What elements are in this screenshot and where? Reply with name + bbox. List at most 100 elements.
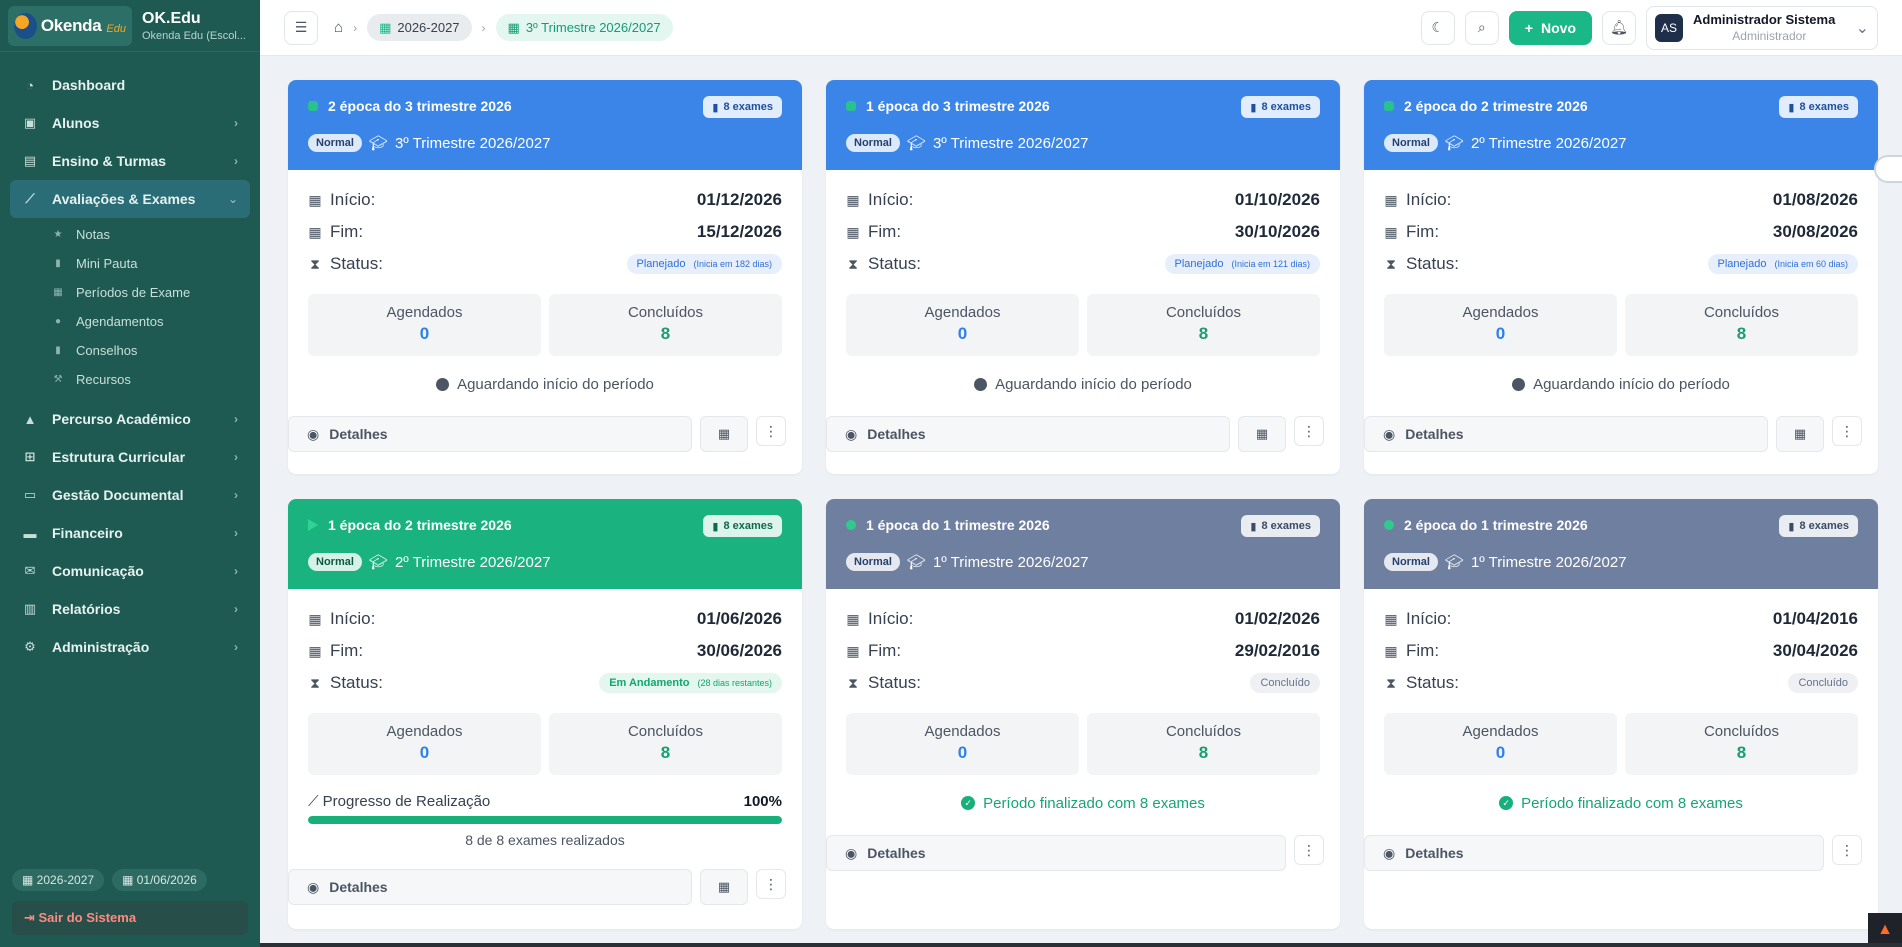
details-button[interactable]: ◉ Detalhes	[826, 416, 1230, 452]
details-button[interactable]: ◉ Detalhes	[288, 869, 692, 905]
more-options-button[interactable]: ⋮	[1294, 835, 1324, 865]
completed-label: Concluídos	[1703, 723, 1780, 740]
submenu-item-conselhos[interactable]: ▮ Conselhos	[0, 336, 260, 365]
hamburger-icon: ☰	[294, 19, 308, 35]
details-button[interactable]: ◉ Detalhes	[288, 416, 692, 452]
status-badge: Concluído	[1788, 673, 1858, 693]
more-options-button[interactable]: ⋮	[756, 416, 786, 446]
schedule-button[interactable]: ▦	[1238, 416, 1286, 452]
user-menu[interactable]: AS Administrador Sistema Administrador ⌄	[1646, 5, 1878, 50]
home-icon[interactable]: ⌂	[334, 19, 343, 36]
bottom-scrollbar[interactable]	[260, 943, 1902, 947]
schedule-button[interactable]: ▦	[700, 869, 748, 905]
status-value: Em Andamento	[609, 677, 690, 689]
sidebar-item-percurso[interactable]: ▲ Percurso Académico ›	[0, 400, 260, 438]
more-options-button[interactable]: ⋮	[1294, 416, 1324, 446]
completed-stat: Concluídos 8	[549, 713, 782, 775]
graduation-cap-icon: 🎓︎	[368, 135, 388, 152]
calendar-check-icon: ▦	[1384, 223, 1398, 240]
hourglass-icon: ⧗	[1386, 255, 1396, 272]
start-date: 01/02/2026	[1234, 609, 1320, 628]
sidebar-item-alunos[interactable]: ▣ Alunos ›	[0, 104, 260, 142]
submenu-item-label: Agendamentos	[76, 314, 164, 329]
flame-icon[interactable]: ▲	[1868, 913, 1902, 947]
submenu-item-recursos[interactable]: ⚒ Recursos	[0, 365, 260, 394]
submenu-item-mini-pauta[interactable]: ▮ Mini Pauta	[0, 249, 260, 278]
calendar-icon: ▦	[308, 610, 322, 627]
submenu-item-periodos[interactable]: ▦ Períodos de Exame	[0, 278, 260, 307]
breadcrumb-year[interactable]: ▦ 2026-2027	[367, 14, 472, 41]
status-label: Status:	[330, 673, 383, 692]
card-title: 1 época do 3 trimestre 2026	[866, 98, 1050, 114]
notifications-button[interactable]: 🔔︎	[1602, 10, 1636, 45]
type-badge: Normal	[1384, 134, 1438, 152]
chevron-right-icon: ›	[234, 154, 238, 168]
hourglass-icon: ⧗	[310, 674, 320, 691]
sidebar-item-relatorios[interactable]: ▥ Relatórios ›	[0, 590, 260, 628]
status-value: Planejado	[636, 258, 686, 270]
card-note: Aguardando início do período	[846, 374, 1320, 394]
schedule-button[interactable]: ▦	[1776, 416, 1824, 452]
more-options-button[interactable]: ⋮	[756, 869, 786, 899]
exam-period-card: 1 época do 1 trimestre 2026 ▮ 8 exames No…	[826, 499, 1340, 929]
graduation-cap-icon: 🎓︎	[906, 135, 926, 152]
breadcrumb-term[interactable]: ▦ 3º Trimestre 2026/2027	[495, 14, 673, 41]
exams-count-badge: ▮ 8 exames	[1241, 515, 1320, 537]
completed-value: 8	[1198, 743, 1209, 762]
start-label: Início:	[1406, 609, 1452, 628]
progress-percent: 100%	[743, 793, 782, 810]
chart-icon: ⟋	[25, 191, 35, 206]
breadcrumb-separator-icon: ›	[353, 20, 358, 35]
theme-toggle-button[interactable]: ☾	[1420, 10, 1455, 45]
chevron-right-icon: ›	[234, 116, 238, 130]
search-button[interactable]: ⌕	[1464, 10, 1499, 45]
start-date: 01/06/2026	[696, 609, 782, 628]
more-options-button[interactable]: ⋮	[1832, 835, 1862, 865]
sidebar-item-administracao[interactable]: ⚙ Administração ›	[0, 628, 260, 666]
chevron-right-icon: ›	[234, 564, 238, 578]
submenu-item-agendamentos[interactable]: ● Agendamentos	[0, 307, 260, 336]
start-label: Início:	[330, 609, 376, 628]
sidebar-item-gestao[interactable]: ▭ Gestão Documental ›	[0, 476, 260, 514]
document-icon: ▮	[1250, 101, 1257, 114]
accessibility-widget-icon[interactable]	[1874, 155, 1902, 183]
progress-title: Progresso de Realização	[322, 793, 491, 810]
sidebar-item-avaliacoes[interactable]: ⟋ Avaliações & Exames ⌄	[10, 180, 250, 218]
breadcrumb-term-label: 3º Trimestre 2026/2027	[525, 20, 661, 35]
scheduled-stat: Agendados 0	[308, 713, 541, 775]
sidebar-item-financeiro[interactable]: ▬ Financeiro ›	[0, 514, 260, 552]
sidebar-item-ensino[interactable]: ▤ Ensino & Turmas ›	[0, 142, 260, 180]
card-header: 2 época do 3 trimestre 2026 ▮ 8 exames No…	[288, 80, 802, 170]
more-options-button[interactable]: ⋮	[1832, 416, 1862, 446]
sidebar-item-estrutura[interactable]: ⊞ Estrutura Curricular ›	[0, 438, 260, 476]
new-button[interactable]: + Novo	[1508, 10, 1592, 45]
sidebar-item-label: Alunos	[52, 115, 100, 131]
start-label: Início:	[868, 609, 914, 628]
details-button[interactable]: ◉ Detalhes	[1364, 835, 1824, 871]
sidebar-item-comunicacao[interactable]: ✉ Comunicação ›	[0, 552, 260, 590]
calendar-plus-icon: ▦	[717, 426, 731, 441]
logo[interactable]: Okenda Edu	[8, 5, 132, 46]
card-term: 1º Trimestre 2026/2027	[1470, 553, 1627, 571]
calendar-icon: ▦	[1384, 191, 1398, 208]
card-title: 2 época do 2 trimestre 2026	[1404, 98, 1588, 114]
sidebar-item-dashboard[interactable]: ◔ Dashboard	[0, 66, 260, 104]
details-button[interactable]: ◉ Detalhes	[826, 835, 1286, 871]
completed-stat: Concluídos 8	[1625, 294, 1858, 356]
scheduled-value: 0	[419, 743, 430, 762]
logout-button[interactable]: ⇥ Sair do Sistema	[12, 901, 248, 935]
sidebar-item-label: Percurso Académico	[52, 411, 191, 427]
clock-icon: ●	[54, 316, 62, 327]
calendar-icon: ▦	[122, 873, 137, 887]
details-button[interactable]: ◉ Detalhes	[1364, 416, 1768, 452]
status-value: Concluído	[1798, 677, 1848, 689]
progress-bar	[308, 816, 782, 824]
submenu-item-notas[interactable]: ★ Notas	[0, 220, 260, 249]
menu-toggle-button[interactable]: ☰	[284, 10, 318, 45]
logout-label: Sair do Sistema	[38, 910, 137, 925]
completed-stat: Concluídos 8	[1087, 294, 1320, 356]
brand: Okenda Edu OK.Edu Okenda Edu (Escol...	[0, 0, 260, 52]
card-title: 2 época do 3 trimestre 2026	[328, 98, 512, 114]
schedule-button[interactable]: ▦	[700, 416, 748, 452]
hourglass-icon: ⧗	[310, 255, 320, 272]
